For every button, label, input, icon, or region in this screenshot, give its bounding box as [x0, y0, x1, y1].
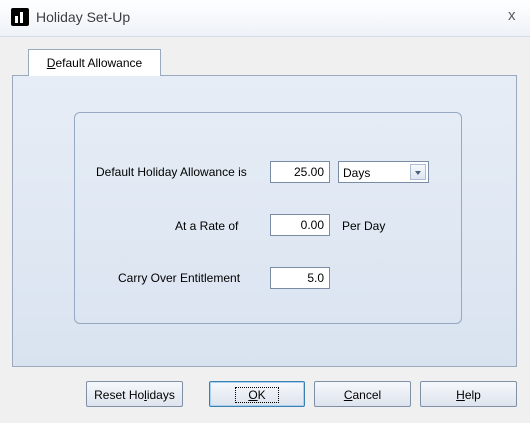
close-icon[interactable]: x — [508, 7, 516, 24]
carry-over-field[interactable]: 5.0 — [270, 267, 330, 289]
help-button[interactable]: Help — [420, 381, 517, 407]
window-title: Holiday Set-Up — [36, 9, 131, 25]
allowance-group — [74, 112, 462, 324]
title-bar: Holiday Set-Up x — [0, 0, 530, 37]
rate-suffix: Per Day — [342, 219, 386, 233]
carry-over-label: Carry Over Entitlement — [118, 271, 241, 285]
allowance-field[interactable]: 25.00 — [270, 161, 330, 183]
tab-default-allowance[interactable]: Default Allowance — [28, 49, 161, 76]
unit-select-value: Days — [343, 166, 371, 180]
chevron-down-icon[interactable] — [410, 164, 426, 180]
cancel-button[interactable]: Cancel — [314, 381, 411, 407]
reset-holidays-button[interactable]: Reset Holidays — [86, 381, 183, 407]
unit-select[interactable]: Days — [338, 161, 429, 183]
rate-field[interactable]: 0.00 — [270, 214, 330, 236]
allowance-label: Default Holiday Allowance is — [96, 165, 247, 179]
holiday-setup-dialog: Holiday Set-Up x Default Allowance Defau… — [0, 0, 530, 423]
rate-label: At a Rate of — [175, 219, 239, 233]
ok-button[interactable]: OK — [209, 381, 305, 407]
app-chart-icon — [11, 8, 29, 26]
